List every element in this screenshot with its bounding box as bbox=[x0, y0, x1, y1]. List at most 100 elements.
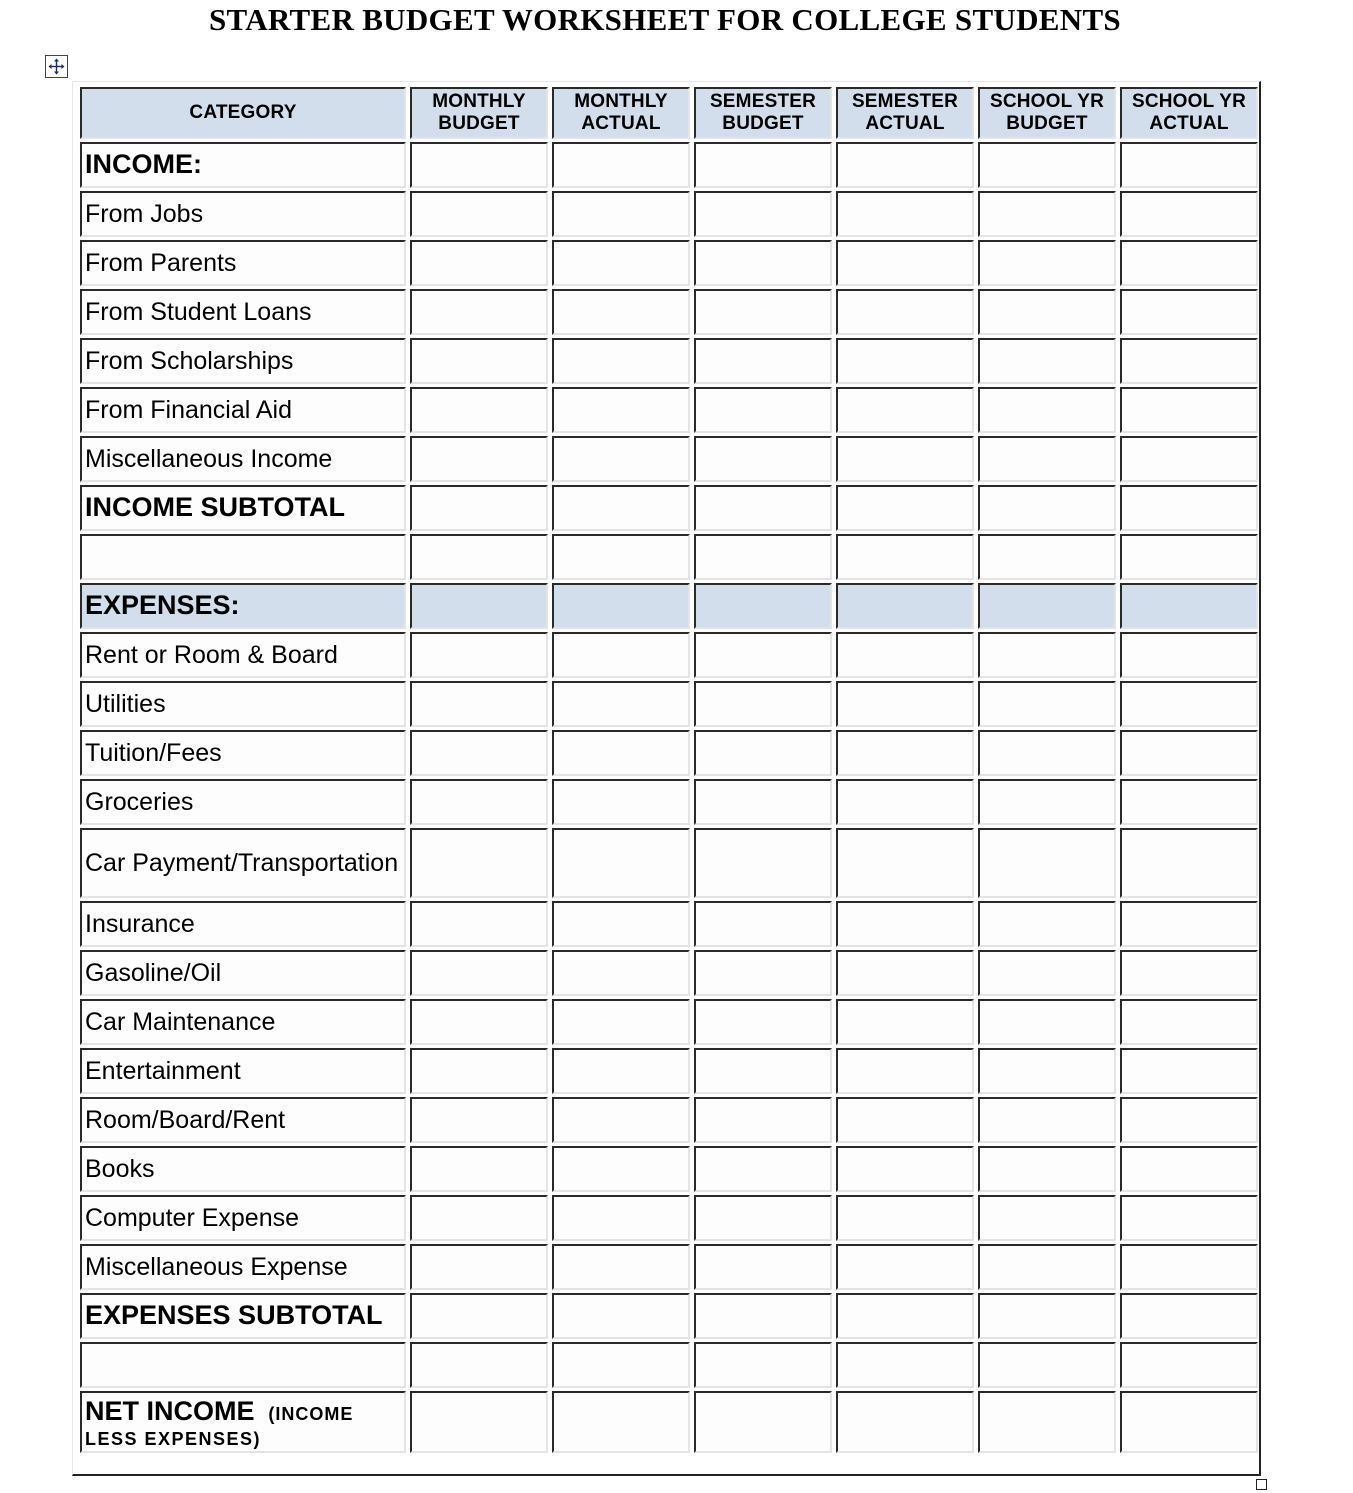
value-cell[interactable] bbox=[552, 681, 690, 727]
value-cell[interactable] bbox=[410, 1048, 548, 1094]
value-cell[interactable] bbox=[1120, 1244, 1258, 1290]
value-cell[interactable] bbox=[1120, 485, 1258, 531]
value-cell[interactable] bbox=[694, 485, 832, 531]
value-cell[interactable] bbox=[694, 240, 832, 286]
value-cell[interactable] bbox=[836, 901, 974, 947]
row-label-cell[interactable] bbox=[80, 1342, 406, 1388]
value-cell[interactable] bbox=[836, 1048, 974, 1094]
value-cell[interactable] bbox=[836, 1342, 974, 1388]
value-cell[interactable] bbox=[978, 999, 1116, 1045]
value-cell[interactable] bbox=[410, 387, 548, 433]
value-cell[interactable] bbox=[836, 387, 974, 433]
row-label-cell[interactable]: Computer Expense bbox=[80, 1195, 406, 1241]
value-cell[interactable] bbox=[836, 632, 974, 678]
row-label-cell[interactable] bbox=[80, 534, 406, 580]
value-cell[interactable] bbox=[552, 583, 690, 629]
value-cell[interactable] bbox=[410, 289, 548, 335]
value-cell[interactable] bbox=[410, 485, 548, 531]
value-cell[interactable] bbox=[694, 1048, 832, 1094]
value-cell[interactable] bbox=[978, 1097, 1116, 1143]
value-cell[interactable] bbox=[410, 534, 548, 580]
value-cell[interactable] bbox=[694, 1146, 832, 1192]
value-cell[interactable] bbox=[836, 681, 974, 727]
value-cell[interactable] bbox=[410, 1391, 548, 1453]
row-label-cell[interactable]: Room/Board/Rent bbox=[80, 1097, 406, 1143]
value-cell[interactable] bbox=[836, 1244, 974, 1290]
value-cell[interactable] bbox=[694, 338, 832, 384]
value-cell[interactable] bbox=[836, 1293, 974, 1339]
value-cell[interactable] bbox=[552, 534, 690, 580]
value-cell[interactable] bbox=[410, 632, 548, 678]
value-cell[interactable] bbox=[410, 240, 548, 286]
value-cell[interactable] bbox=[552, 289, 690, 335]
value-cell[interactable] bbox=[694, 999, 832, 1045]
value-cell[interactable] bbox=[1120, 534, 1258, 580]
value-cell[interactable] bbox=[978, 828, 1116, 898]
value-cell[interactable] bbox=[694, 730, 832, 776]
value-cell[interactable] bbox=[410, 338, 548, 384]
row-label-cell[interactable]: NET INCOME (INCOME LESS EXPENSES) bbox=[80, 1391, 406, 1453]
value-cell[interactable] bbox=[1120, 191, 1258, 237]
value-cell[interactable] bbox=[694, 191, 832, 237]
row-label-cell[interactable]: Miscellaneous Expense bbox=[80, 1244, 406, 1290]
value-cell[interactable] bbox=[1120, 1293, 1258, 1339]
value-cell[interactable] bbox=[694, 779, 832, 825]
value-cell[interactable] bbox=[694, 1097, 832, 1143]
value-cell[interactable] bbox=[552, 240, 690, 286]
row-label-cell[interactable]: Groceries bbox=[80, 779, 406, 825]
value-cell[interactable] bbox=[836, 1391, 974, 1453]
value-cell[interactable] bbox=[1120, 1048, 1258, 1094]
row-label-cell[interactable]: Entertainment bbox=[80, 1048, 406, 1094]
value-cell[interactable] bbox=[978, 240, 1116, 286]
value-cell[interactable] bbox=[978, 289, 1116, 335]
value-cell[interactable] bbox=[410, 681, 548, 727]
row-label-cell[interactable]: From Financial Aid bbox=[80, 387, 406, 433]
value-cell[interactable] bbox=[694, 828, 832, 898]
value-cell[interactable] bbox=[552, 142, 690, 188]
value-cell[interactable] bbox=[694, 583, 832, 629]
value-cell[interactable] bbox=[1120, 999, 1258, 1045]
value-cell[interactable] bbox=[1120, 583, 1258, 629]
value-cell[interactable] bbox=[978, 1391, 1116, 1453]
value-cell[interactable] bbox=[552, 1097, 690, 1143]
row-label-cell[interactable]: From Student Loans bbox=[80, 289, 406, 335]
value-cell[interactable] bbox=[978, 1146, 1116, 1192]
value-cell[interactable] bbox=[978, 436, 1116, 482]
value-cell[interactable] bbox=[410, 999, 548, 1045]
value-cell[interactable] bbox=[1120, 1342, 1258, 1388]
row-label-cell[interactable]: From Jobs bbox=[80, 191, 406, 237]
row-label-cell[interactable]: Car Payment/Transportation bbox=[80, 828, 406, 898]
value-cell[interactable] bbox=[552, 387, 690, 433]
row-label-cell[interactable]: Insurance bbox=[80, 901, 406, 947]
value-cell[interactable] bbox=[1120, 289, 1258, 335]
value-cell[interactable] bbox=[978, 950, 1116, 996]
row-label-cell[interactable]: Rent or Room & Board bbox=[80, 632, 406, 678]
value-cell[interactable] bbox=[836, 1146, 974, 1192]
value-cell[interactable] bbox=[694, 1391, 832, 1453]
value-cell[interactable] bbox=[694, 289, 832, 335]
value-cell[interactable] bbox=[1120, 142, 1258, 188]
value-cell[interactable] bbox=[1120, 730, 1258, 776]
value-cell[interactable] bbox=[410, 901, 548, 947]
value-cell[interactable] bbox=[978, 485, 1116, 531]
value-cell[interactable] bbox=[836, 583, 974, 629]
value-cell[interactable] bbox=[1120, 387, 1258, 433]
value-cell[interactable] bbox=[552, 338, 690, 384]
value-cell[interactable] bbox=[694, 534, 832, 580]
value-cell[interactable] bbox=[552, 632, 690, 678]
value-cell[interactable] bbox=[552, 1342, 690, 1388]
value-cell[interactable] bbox=[1120, 338, 1258, 384]
value-cell[interactable] bbox=[836, 485, 974, 531]
value-cell[interactable] bbox=[552, 485, 690, 531]
value-cell[interactable] bbox=[836, 436, 974, 482]
value-cell[interactable] bbox=[1120, 681, 1258, 727]
value-cell[interactable] bbox=[410, 1097, 548, 1143]
value-cell[interactable] bbox=[836, 338, 974, 384]
value-cell[interactable] bbox=[410, 1195, 548, 1241]
value-cell[interactable] bbox=[836, 999, 974, 1045]
value-cell[interactable] bbox=[694, 681, 832, 727]
value-cell[interactable] bbox=[694, 387, 832, 433]
value-cell[interactable] bbox=[1120, 1097, 1258, 1143]
value-cell[interactable] bbox=[978, 1244, 1116, 1290]
value-cell[interactable] bbox=[410, 436, 548, 482]
